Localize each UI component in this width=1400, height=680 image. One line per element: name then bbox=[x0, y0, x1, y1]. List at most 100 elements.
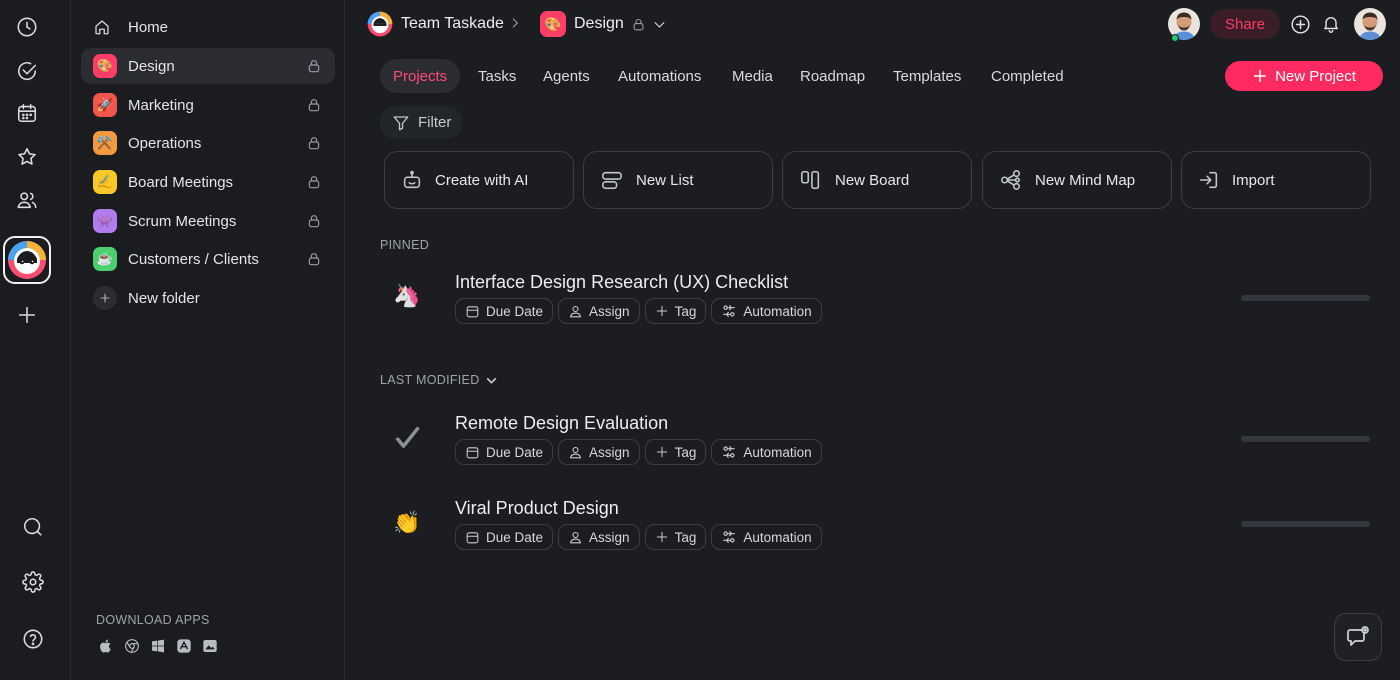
chevron-down-icon[interactable] bbox=[652, 17, 667, 32]
chat-icon bbox=[1346, 625, 1370, 649]
tab-projects[interactable]: Projects bbox=[380, 59, 461, 93]
new-list-button[interactable]: New List bbox=[583, 151, 773, 209]
sidebar-item-operations[interactable]: ⚒️ Operations bbox=[81, 125, 335, 161]
apple-icon[interactable] bbox=[98, 638, 114, 654]
tag-label: Tag bbox=[674, 529, 697, 545]
desktop-app-icon[interactable] bbox=[202, 638, 218, 654]
sidebar-item-home[interactable]: Home bbox=[81, 9, 335, 45]
add-workspace-icon[interactable] bbox=[14, 302, 40, 328]
star-icon[interactable] bbox=[14, 144, 40, 170]
tab-roadmap[interactable]: Roadmap bbox=[787, 59, 878, 93]
user-icon bbox=[568, 530, 583, 545]
new-folder-button[interactable]: New folder bbox=[81, 280, 335, 316]
assign-chip[interactable]: Assign bbox=[558, 439, 640, 465]
sidebar-item-board-meetings[interactable]: ✍️ Board Meetings bbox=[81, 164, 335, 200]
tab-templates[interactable]: Templates bbox=[880, 59, 974, 93]
sidebar-item-label: Operations bbox=[128, 134, 202, 152]
new-board-button[interactable]: New Board bbox=[782, 151, 972, 209]
search-icon[interactable] bbox=[20, 514, 46, 540]
project-title[interactable]: Remote Design Evaluation bbox=[455, 413, 668, 434]
filter-button[interactable]: Filter bbox=[380, 106, 464, 139]
palette-icon: 🎨 bbox=[540, 11, 566, 37]
users-icon[interactable] bbox=[14, 187, 40, 213]
alien-monster-icon: 👾 bbox=[93, 209, 117, 233]
breadcrumb-space[interactable]: 🎨 Design bbox=[540, 10, 667, 38]
lock-icon bbox=[306, 174, 322, 190]
plus-icon bbox=[1252, 68, 1268, 84]
automation-chip[interactable]: Automation bbox=[711, 524, 822, 550]
last-modified-sort[interactable]: LAST MODIFIED bbox=[380, 373, 498, 387]
last-modified-title: LAST MODIFIED bbox=[380, 373, 480, 387]
sidebar-item-label: Scrum Meetings bbox=[128, 212, 237, 230]
assign-label: Assign bbox=[589, 529, 630, 545]
filter-icon bbox=[392, 114, 410, 132]
chat-support-button[interactable] bbox=[1334, 613, 1382, 661]
filter-label: Filter bbox=[418, 114, 452, 131]
due-date-chip[interactable]: Due Date bbox=[455, 524, 554, 550]
user-icon bbox=[568, 304, 583, 319]
import-button[interactable]: Import bbox=[1181, 151, 1371, 209]
online-status-dot bbox=[1171, 34, 1179, 42]
chrome-icon[interactable] bbox=[124, 638, 140, 654]
tag-label: Tag bbox=[674, 303, 697, 319]
download-apps-title: DOWNLOAD APPS bbox=[96, 613, 210, 627]
new-board-label: New Board bbox=[835, 171, 910, 189]
new-project-button[interactable]: New Project bbox=[1225, 61, 1383, 91]
add-circle-icon[interactable] bbox=[1290, 14, 1311, 35]
assign-label: Assign bbox=[589, 303, 630, 319]
sidebar-item-scrum-meetings[interactable]: 👾 Scrum Meetings bbox=[81, 203, 335, 239]
sidebar-item-marketing[interactable]: 🚀 Marketing bbox=[81, 87, 335, 123]
due-date-chip[interactable]: Due Date bbox=[455, 298, 554, 324]
tag-chip[interactable]: Tag bbox=[644, 524, 707, 550]
automation-icon bbox=[721, 444, 737, 460]
clock-icon[interactable] bbox=[14, 14, 40, 40]
tab-automations[interactable]: Automations bbox=[605, 59, 714, 93]
lock-icon bbox=[306, 135, 322, 151]
new-mind-map-button[interactable]: New Mind Map bbox=[982, 151, 1172, 209]
sidebar-item-label: Design bbox=[128, 57, 175, 75]
project-title[interactable]: Viral Product Design bbox=[455, 498, 619, 519]
automation-chip[interactable]: Automation bbox=[711, 439, 822, 465]
tab-tasks[interactable]: Tasks bbox=[465, 59, 529, 93]
coffee-icon: ☕ bbox=[93, 247, 117, 271]
app-store-icon[interactable] bbox=[176, 638, 192, 654]
sidebar-item-customers-clients[interactable]: ☕ Customers / Clients bbox=[81, 241, 335, 277]
progress-bar bbox=[1241, 436, 1370, 442]
tab-agents[interactable]: Agents bbox=[530, 59, 603, 93]
breadcrumb-team[interactable]: Team Taskade bbox=[367, 10, 504, 38]
project-title[interactable]: Interface Design Research (UX) Checklist bbox=[455, 272, 788, 293]
tag-chip[interactable]: Tag bbox=[644, 298, 707, 324]
lock-icon bbox=[306, 251, 322, 267]
calendar-icon bbox=[465, 530, 480, 545]
new-folder-label: New folder bbox=[128, 289, 200, 307]
share-button[interactable]: Share bbox=[1210, 9, 1280, 39]
gear-icon[interactable] bbox=[20, 569, 46, 595]
automation-chip[interactable]: Automation bbox=[711, 298, 822, 324]
windows-icon[interactable] bbox=[150, 638, 166, 654]
new-list-label: New List bbox=[636, 171, 694, 189]
help-icon[interactable] bbox=[20, 626, 46, 652]
workspace-avatar[interactable] bbox=[3, 236, 51, 284]
pinned-section-title: PINNED bbox=[380, 238, 430, 252]
plus-icon bbox=[93, 286, 117, 310]
bell-icon[interactable] bbox=[1321, 13, 1341, 34]
lock-icon bbox=[631, 17, 646, 32]
tab-completed[interactable]: Completed bbox=[978, 59, 1077, 93]
due-date-chip[interactable]: Due Date bbox=[455, 439, 554, 465]
tag-chip[interactable]: Tag bbox=[644, 439, 707, 465]
import-label: Import bbox=[1232, 171, 1275, 189]
automation-label: Automation bbox=[743, 303, 812, 319]
import-icon bbox=[1198, 169, 1220, 191]
sidebar-item-design[interactable]: 🎨 Design bbox=[81, 48, 335, 84]
create-with-ai-button[interactable]: Create with AI bbox=[384, 151, 574, 209]
sidebar-item-label: Board Meetings bbox=[128, 173, 234, 191]
check-circle-icon[interactable] bbox=[14, 58, 40, 84]
user-avatar[interactable] bbox=[1354, 8, 1386, 40]
progress-bar bbox=[1241, 295, 1370, 301]
assign-chip[interactable]: Assign bbox=[558, 524, 640, 550]
assign-chip[interactable]: Assign bbox=[558, 298, 640, 324]
palette-icon: 🎨 bbox=[93, 54, 117, 78]
automation-icon bbox=[721, 303, 737, 319]
calendar-icon[interactable] bbox=[14, 100, 40, 126]
tab-media[interactable]: Media bbox=[719, 59, 786, 93]
